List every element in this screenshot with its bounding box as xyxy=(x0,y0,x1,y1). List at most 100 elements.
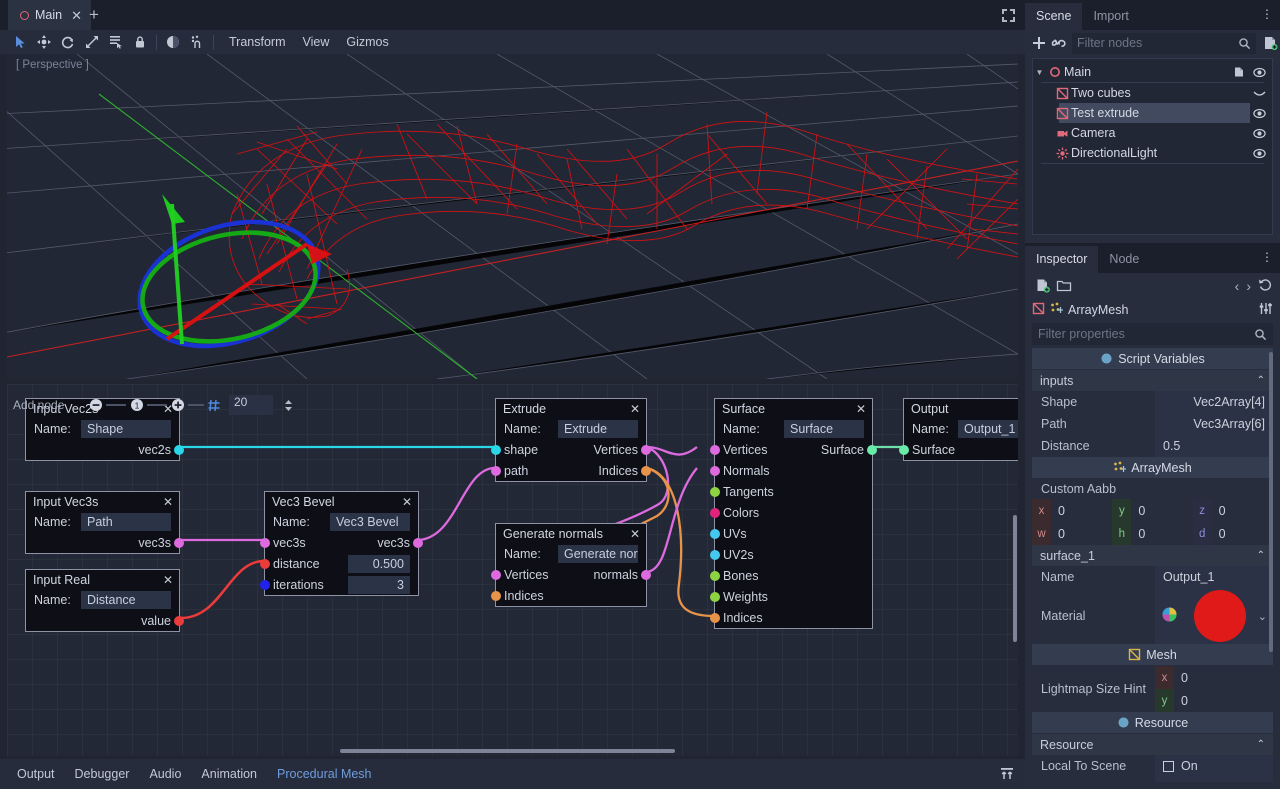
material-preview-box[interactable]: ⌄ xyxy=(1155,588,1273,644)
axis-y-value[interactable]: 0 xyxy=(1174,694,1273,708)
close-icon[interactable]: ✕ xyxy=(161,495,175,509)
property-row-local-to-scene[interactable]: Local To Scene On xyxy=(1032,755,1273,777)
tab-import[interactable]: Import xyxy=(1082,3,1139,30)
input-port-vec3s[interactable] xyxy=(260,537,270,548)
close-icon[interactable]: ✕ xyxy=(854,402,868,416)
tree-item-main[interactable]: ▼ Main xyxy=(1033,62,1272,82)
iterations-input[interactable]: 3 xyxy=(348,575,410,594)
inspector-vertical-scrollbar[interactable] xyxy=(1269,352,1273,652)
aabb-d-field[interactable]: d 0 xyxy=(1192,522,1273,545)
axis-x-value[interactable]: 0 xyxy=(1174,671,1273,685)
select-mode-icon[interactable] xyxy=(8,30,32,54)
snap-grid-icon[interactable] xyxy=(204,395,225,415)
group-resource[interactable]: Resource ⌃ xyxy=(1032,734,1273,755)
bottom-tab-audio[interactable]: Audio xyxy=(140,763,190,785)
lightmap-y-field[interactable]: y 0 xyxy=(1155,689,1273,712)
menu-transform[interactable]: Transform xyxy=(222,33,293,51)
aabb-w-field[interactable]: w 0 xyxy=(1032,522,1112,545)
node-titlebar[interactable]: Input Vec3s ✕ xyxy=(26,492,179,511)
tree-item-test-extrude[interactable]: Test extrude xyxy=(1033,103,1272,123)
menu-gizmos[interactable]: Gizmos xyxy=(339,33,395,51)
lock-icon[interactable] xyxy=(128,30,152,54)
axis-d-value[interactable]: 0 xyxy=(1212,527,1273,541)
shading-mode-icon[interactable] xyxy=(161,30,185,54)
distraction-free-icon[interactable] xyxy=(1000,7,1017,24)
output-port-indices[interactable] xyxy=(641,465,651,476)
history-prev-icon[interactable]: ‹ xyxy=(1235,278,1240,294)
input-port-normals[interactable] xyxy=(710,465,720,476)
output-port-vec3s[interactable] xyxy=(174,537,184,548)
aabb-h-field[interactable]: h 0 xyxy=(1112,522,1192,545)
scene-tab-main[interactable]: Main ✕ xyxy=(8,0,91,30)
input-port-surface[interactable] xyxy=(899,444,909,455)
chevron-down-icon[interactable]: ▼ xyxy=(1033,68,1046,77)
graph-node-input-vec3s[interactable]: Input Vec3s ✕ Name: Path vec3s xyxy=(25,491,184,554)
aabb-z-field[interactable]: z 0 xyxy=(1192,499,1273,522)
scene-dock-menu-icon[interactable]: ⋮ xyxy=(1261,7,1273,21)
input-port-tangents[interactable] xyxy=(710,486,720,497)
expand-bottom-panel-icon[interactable] xyxy=(999,767,1015,781)
add-node-button[interactable]: Add node xyxy=(13,398,64,412)
axis-w-value[interactable]: 0 xyxy=(1051,527,1112,541)
node-titlebar[interactable]: Extrude ✕ xyxy=(496,399,646,418)
tab-scene[interactable]: Scene xyxy=(1025,3,1083,30)
output-port-vec3s[interactable] xyxy=(413,537,423,548)
property-row-shape[interactable]: Shape Vec2Array[4] xyxy=(1032,391,1273,413)
filter-properties-input[interactable] xyxy=(1038,327,1254,341)
new-resource-icon[interactable] xyxy=(1032,276,1053,297)
visibility-icon[interactable] xyxy=(1253,66,1266,79)
bottom-tab-animation[interactable]: Animation xyxy=(192,763,266,785)
add-scene-tab-button[interactable]: + xyxy=(84,5,104,25)
script-icon[interactable] xyxy=(1233,66,1245,78)
bottom-tab-procedural-mesh[interactable]: Procedural Mesh xyxy=(268,763,381,785)
node-titlebar[interactable]: Output xyxy=(904,399,1018,418)
tree-item-two-cubes[interactable]: Two cubes xyxy=(1033,83,1272,103)
name-input[interactable]: Output_1 xyxy=(958,419,1018,438)
graph-node-output[interactable]: Output Name: Output_1 Surface xyxy=(899,398,1018,461)
property-value[interactable]: Output_1 xyxy=(1155,566,1273,588)
name-input[interactable]: Surface xyxy=(784,419,864,438)
graph-node-input-real[interactable]: Input Real ✕ Name: Distance value xyxy=(25,569,184,632)
chevron-up-icon[interactable]: ⌃ xyxy=(1257,739,1265,750)
history-next-icon[interactable]: › xyxy=(1246,278,1251,294)
axis-h-value[interactable]: 0 xyxy=(1131,527,1192,541)
output-port-vec2s[interactable] xyxy=(174,444,184,455)
filter-nodes-input[interactable] xyxy=(1077,36,1238,50)
scene-tree[interactable]: ▼ Main Two cubes Test extrude Camera Dir… xyxy=(1032,58,1273,235)
tab-node[interactable]: Node xyxy=(1098,246,1150,273)
scale-mode-icon[interactable] xyxy=(80,30,104,54)
menu-view[interactable]: View xyxy=(296,33,337,51)
group-inputs[interactable]: inputs ⌃ xyxy=(1032,370,1273,391)
input-port-indices[interactable] xyxy=(710,612,720,623)
bottom-tab-output[interactable]: Output xyxy=(8,763,64,785)
property-row-material[interactable]: Material ⌄ xyxy=(1032,588,1273,644)
node-titlebar[interactable]: Vec3 Bevel ✕ xyxy=(265,492,418,511)
graph-node-extrude[interactable]: Extrude ✕ Name: Extrude shape Vertices p… xyxy=(491,398,651,482)
close-icon[interactable]: ✕ xyxy=(628,402,642,416)
3d-viewport[interactable]: [ Perspective ] xyxy=(7,54,1018,379)
property-row-distance[interactable]: Distance 0.5 xyxy=(1032,435,1273,457)
property-value-checkbox[interactable]: On xyxy=(1155,755,1273,777)
scene-filter-box[interactable] xyxy=(1072,32,1256,54)
input-port-iterations[interactable] xyxy=(260,579,270,590)
graph-vertical-scrollbar[interactable] xyxy=(1013,515,1017,642)
tab-inspector[interactable]: Inspector xyxy=(1025,246,1099,273)
axis-z-value[interactable]: 0 xyxy=(1212,504,1273,518)
input-port-indices[interactable] xyxy=(491,590,501,601)
snap-stepper[interactable] xyxy=(279,395,297,415)
distance-input[interactable]: 0.500 xyxy=(348,554,410,573)
inspector-filter-box[interactable] xyxy=(1032,323,1273,345)
output-port-surface[interactable] xyxy=(867,444,877,455)
zoom-out-button[interactable] xyxy=(85,395,106,415)
name-input[interactable]: Generate nor xyxy=(558,544,638,563)
output-port-vertices[interactable] xyxy=(641,444,651,455)
graph-node-generate-normals[interactable]: Generate normals ✕ Name: Generate nor Ve… xyxy=(491,523,651,607)
property-value[interactable]: res://Main.tscn::38 xyxy=(1154,777,1273,782)
visibility-icon[interactable] xyxy=(1253,147,1266,160)
input-port-shape[interactable] xyxy=(491,444,501,455)
close-icon[interactable]: ✕ xyxy=(628,527,642,541)
move-mode-icon[interactable] xyxy=(32,30,56,54)
name-input[interactable]: Path xyxy=(81,512,171,531)
output-port-normals[interactable] xyxy=(641,569,651,580)
snap-icon[interactable] xyxy=(185,30,209,54)
